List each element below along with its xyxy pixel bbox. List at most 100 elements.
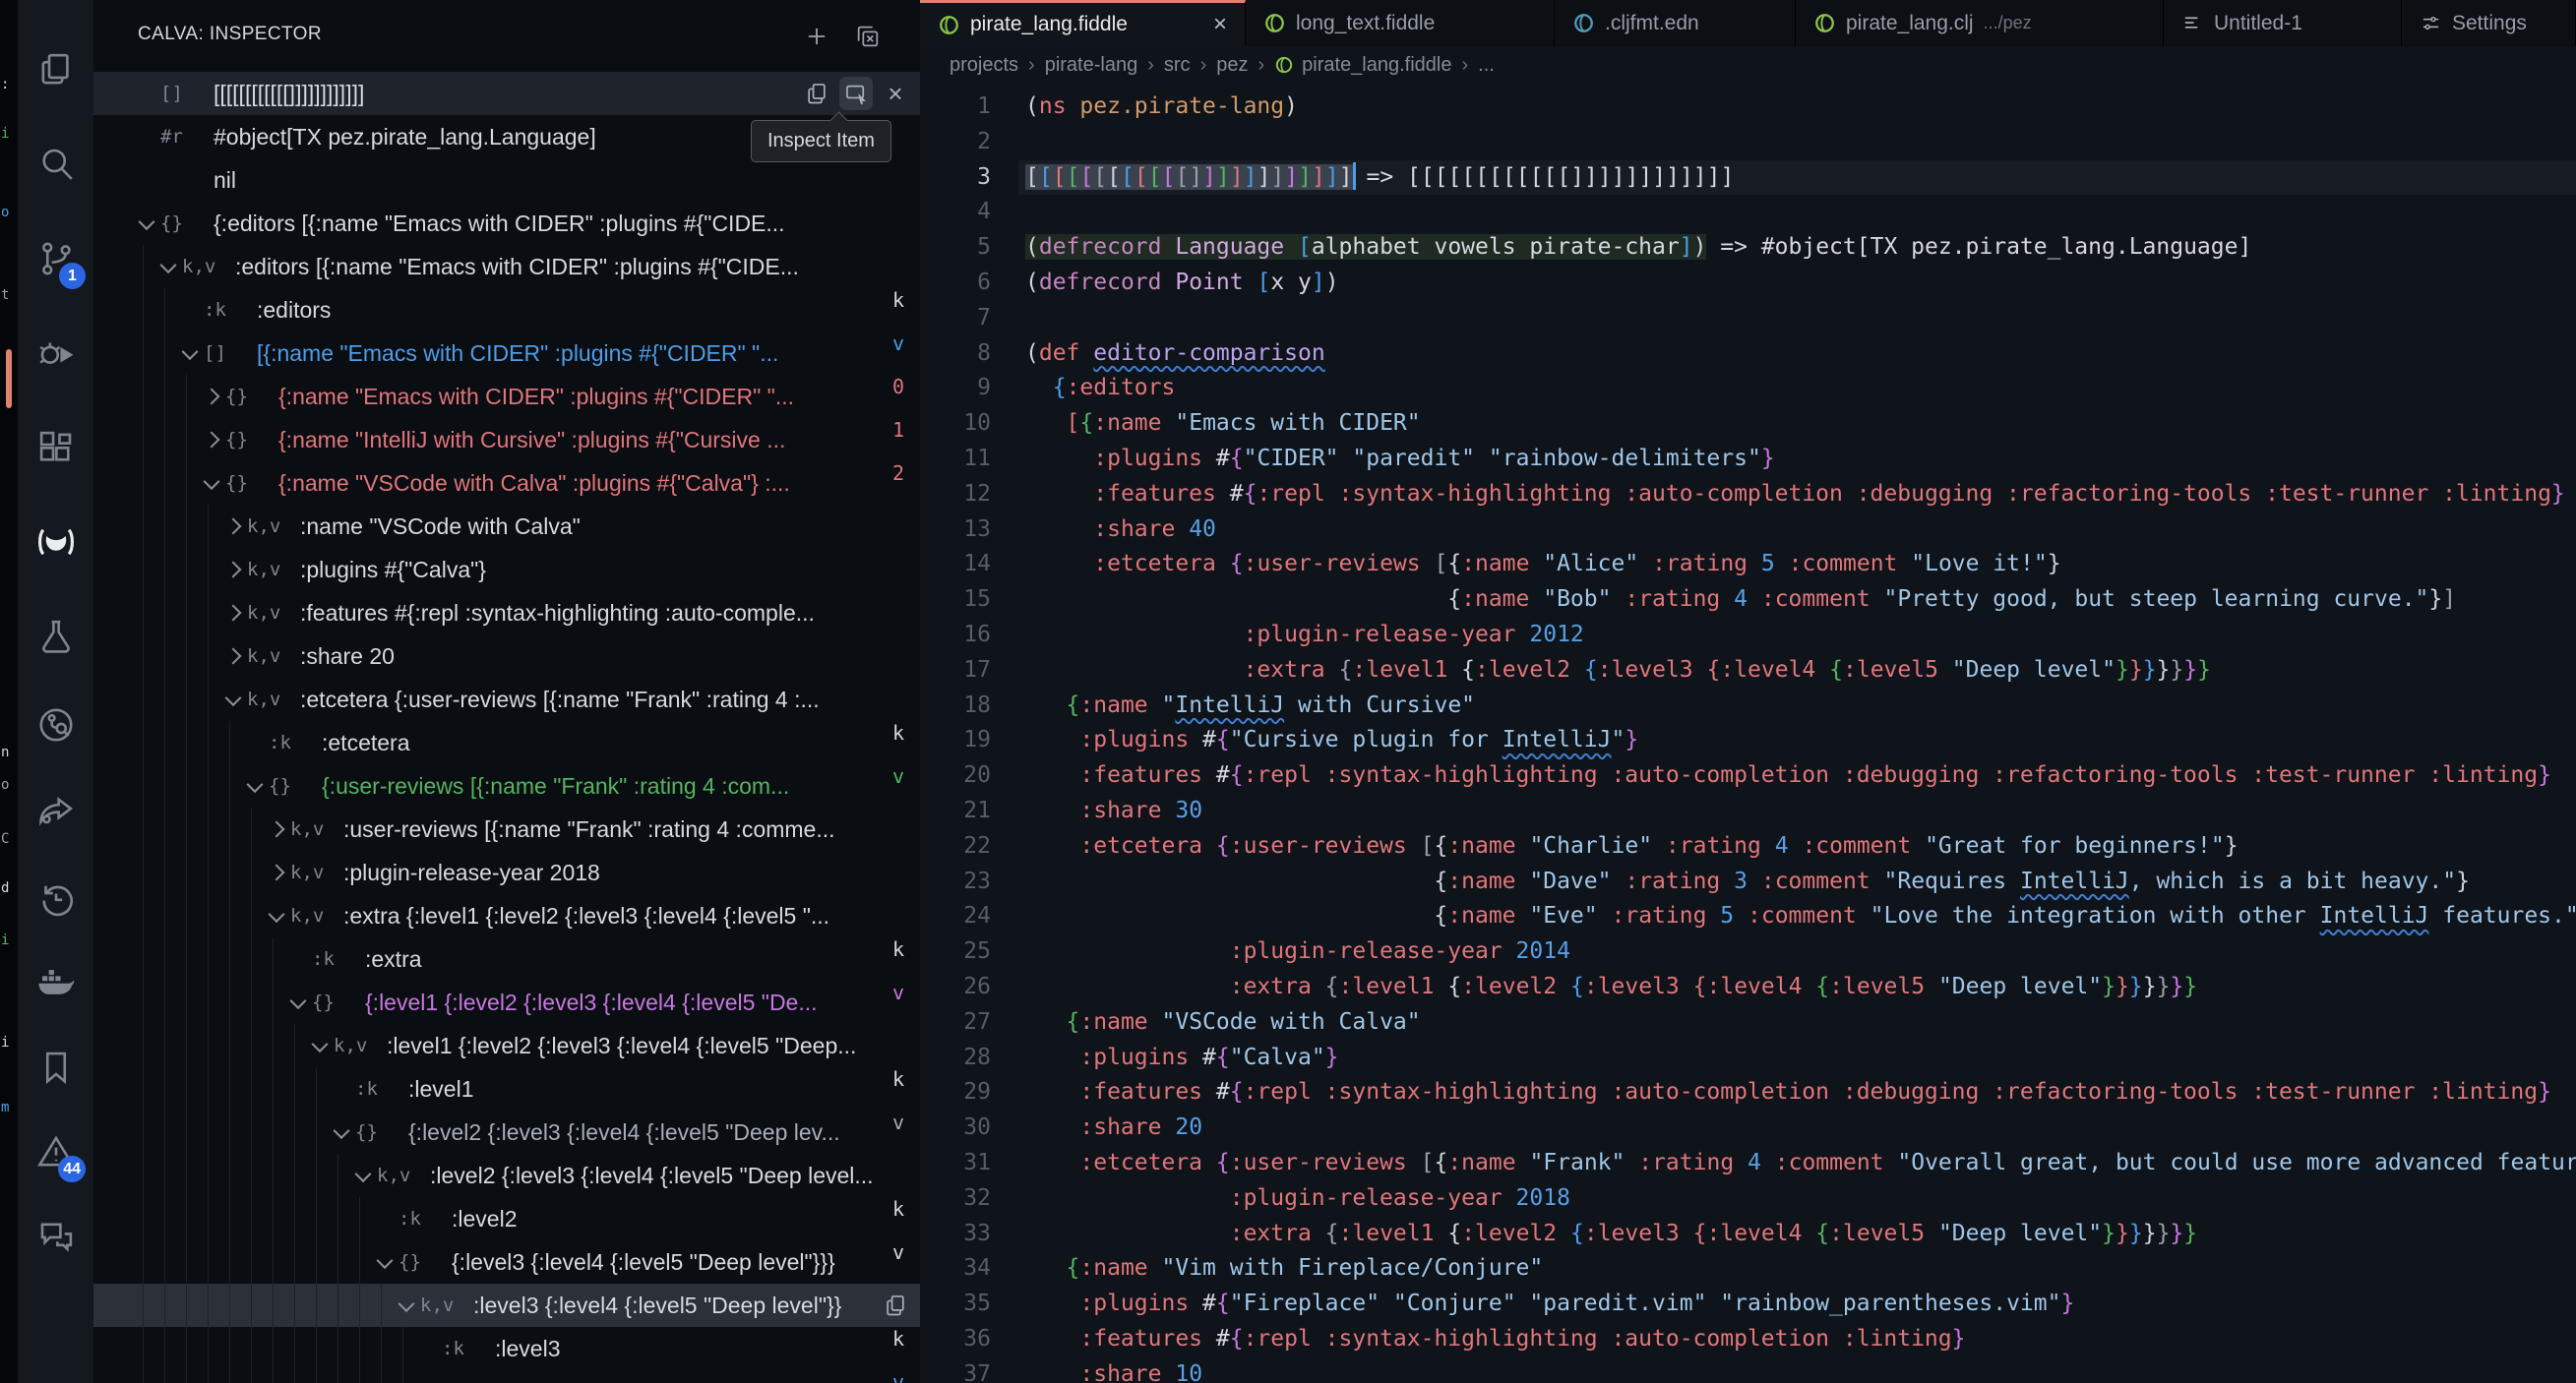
code-line[interactable]: 3[[[[[[[[[[[[]]]]]]]]]]]] => [[[[[[[[[[[… <box>920 159 2576 196</box>
chevron-right-icon[interactable] <box>224 604 242 622</box>
code-line[interactable]: 32 :plugin-release-year 2018 <box>920 1181 2576 1217</box>
tree-row[interactable]: k,v:etcetera {:user-reviews [{:name "Fra… <box>93 678 920 721</box>
repl-search-icon[interactable] <box>18 689 93 761</box>
tree-row[interactable]: {} {:level3 {:level4 {:level5 "Deep level… <box>93 1240 920 1284</box>
code-line[interactable]: 29 :features #{:repl :syntax-highlightin… <box>920 1075 2576 1111</box>
tree-row[interactable]: k,v:user-reviews [{:name "Frank" :rating… <box>93 808 920 851</box>
tree-row[interactable]: k,v:level2 {:level3 {:level4 {:level5 "D… <box>93 1154 920 1197</box>
tab-long_text.fiddle[interactable]: long_text.fiddle <box>1246 0 1555 46</box>
tree-row[interactable]: k,v:features #{:repl :syntax-highlightin… <box>93 591 920 634</box>
chevron-down-icon[interactable] <box>354 1166 372 1183</box>
code-line[interactable]: 12 :features #{:repl :syntax-highlightin… <box>920 477 2576 512</box>
calva-icon[interactable] <box>18 506 93 578</box>
code-line[interactable]: 9 {:editors <box>920 371 2576 406</box>
code-line[interactable]: 11 :plugins #{"CIDER" "paredit" "rainbow… <box>920 442 2576 477</box>
docker-icon[interactable] <box>18 946 93 1019</box>
inspect-icon[interactable] <box>839 77 873 110</box>
copy-icon[interactable] <box>800 77 833 110</box>
chevron-right-icon[interactable] <box>224 561 242 578</box>
chevron-down-icon[interactable] <box>159 257 177 274</box>
tree-row[interactable]: k,v:editors [{:name "Emacs with CIDER" :… <box>93 245 920 288</box>
test-flask-icon[interactable] <box>18 600 93 673</box>
tab-.cljfmt.edn[interactable]: .cljfmt.edn <box>1555 0 1796 46</box>
breadcrumb-item[interactable]: pez <box>1216 54 1248 77</box>
breadcrumb-item[interactable]: src <box>1164 54 1191 77</box>
chevron-down-icon[interactable] <box>268 906 285 924</box>
chevron-right-icon[interactable] <box>224 647 242 665</box>
code-line[interactable]: 4 <box>920 195 2576 230</box>
chevron-down-icon[interactable] <box>246 776 264 794</box>
code-line[interactable]: 8 (def editor-comparison <box>920 336 2576 372</box>
chevron-right-icon[interactable] <box>203 431 220 449</box>
chevron-right-icon[interactable] <box>224 517 242 535</box>
tree-row[interactable]: {} {:level2 {:level3 {:level4 {:level5 "D… <box>93 1111 920 1154</box>
breadcrumb-file[interactable]: pirate_lang.fiddle <box>1302 54 1451 77</box>
code-line[interactable]: 13 :share 40 <box>920 512 2576 548</box>
code-line[interactable]: 15 {:name "Bob" :rating 4 :comment "Pret… <box>920 582 2576 618</box>
code-line[interactable]: 28 :plugins #{"Calva"} <box>920 1041 2576 1076</box>
clear-all-button[interactable] <box>851 20 885 53</box>
tree-row[interactable]: :k:level2 k <box>93 1197 920 1240</box>
code-line[interactable]: 2 <box>920 125 2576 160</box>
tab-Untitled-1[interactable]: Untitled-1 <box>2164 0 2402 46</box>
chevron-right-icon[interactable] <box>268 820 285 838</box>
code-line[interactable]: 23 {:name "Dave" :rating 3 :comment "Req… <box>920 865 2576 900</box>
tree-row[interactable]: [] [[[[[[[[[[[[]]]]]]]]]]]] × <box>93 72 920 115</box>
extensions-icon[interactable] <box>18 411 93 484</box>
code-line[interactable]: 19 :plugins #{"Cursive plugin for Intell… <box>920 723 2576 758</box>
code-line[interactable]: 5 (defrecord Language [alphabet vowels pi… <box>920 230 2576 266</box>
copy-icon[interactable] <box>879 1289 912 1322</box>
tree-row[interactable]: nil <box>93 158 920 202</box>
code-line[interactable]: 10 [{:name "Emacs with CIDER" <box>920 406 2576 442</box>
code-line[interactable]: 18 {:name "IntelliJ with Cursive" <box>920 689 2576 724</box>
code-line[interactable]: 21 :share 30 <box>920 794 2576 829</box>
tree-row[interactable]: k,v:extra {:level1 {:level2 {:level3 {:l… <box>93 894 920 937</box>
code-line[interactable]: 24 {:name "Eve" :rating 5 :comment "Love… <box>920 899 2576 934</box>
history-icon[interactable] <box>18 862 93 934</box>
warning-icon[interactable]: 44 <box>18 1115 93 1188</box>
code-line[interactable]: 20 :features #{:repl :syntax-highlightin… <box>920 758 2576 794</box>
search-icon[interactable] <box>18 128 93 201</box>
tab-pirate_lang.clj[interactable]: pirate_lang.clj .../pez <box>1796 0 2164 46</box>
code-line[interactable]: 36 :features #{:repl :syntax-highlightin… <box>920 1322 2576 1357</box>
chevron-down-icon[interactable] <box>311 1036 329 1053</box>
chevron-down-icon[interactable] <box>376 1252 394 1270</box>
tree-row[interactable]: {} {:user-reviews [{:name "Frank" :rating… <box>93 764 920 808</box>
tree-row[interactable]: :k:etcetera k <box>93 721 920 764</box>
code-line[interactable]: 26 :extra {:level1 {:level2 {:level3 {:l… <box>920 970 2576 1005</box>
chevron-right-icon[interactable] <box>268 864 285 881</box>
add-item-button[interactable] <box>800 20 833 53</box>
tree-row[interactable]: [] [{:name "Emacs with CIDER" :plugins #{… <box>93 331 920 375</box>
tree-row[interactable]: :k:level1 k <box>93 1067 920 1111</box>
close-icon[interactable]: × <box>1199 11 1227 38</box>
chevron-down-icon[interactable] <box>333 1122 350 1140</box>
code-line[interactable]: 37 :share 10 <box>920 1357 2576 1383</box>
tree-row[interactable]: {}{:level4 {:level5 "Deep level"}}v <box>93 1370 920 1383</box>
code-line[interactable]: 22 :etcetera {:user-reviews [{:name "Cha… <box>920 829 2576 865</box>
breadcrumb-item[interactable]: projects <box>950 54 1018 77</box>
comments-icon[interactable] <box>18 1200 93 1273</box>
tab-Settings[interactable]: Settings <box>2402 0 2576 46</box>
chevron-down-icon[interactable] <box>398 1295 415 1313</box>
chevron-down-icon[interactable] <box>181 343 199 361</box>
code-line[interactable]: 34 {:name "Vim with Fireplace/Conjure" <box>920 1251 2576 1287</box>
code-editor[interactable]: 1 (ns pez.pirate-lang) 2 3[[[[[[[[[[[[]]]]]… <box>920 84 2576 1383</box>
chevron-right-icon[interactable] <box>203 388 220 405</box>
code-line[interactable]: 7 <box>920 301 2576 336</box>
breadcrumb-tail[interactable]: ... <box>1478 54 1495 77</box>
chevron-down-icon[interactable] <box>289 992 307 1010</box>
close-icon[interactable]: × <box>879 77 912 110</box>
chevron-down-icon[interactable] <box>138 213 155 231</box>
code-line[interactable]: 1 (ns pez.pirate-lang) <box>920 90 2576 125</box>
debug-icon[interactable] <box>18 317 93 390</box>
tree-row[interactable]: :k:editors k <box>93 288 920 331</box>
tree-row[interactable]: k,v:level3 {:level4 {:level5 "Deep level… <box>93 1284 920 1327</box>
code-line[interactable]: 25 :plugin-release-year 2014 <box>920 934 2576 970</box>
tree-row[interactable]: {} {:editors [{:name "Emacs with CIDER" :… <box>93 202 920 245</box>
tree-row[interactable]: :k:extra k <box>93 937 920 981</box>
chevron-down-icon[interactable] <box>203 473 220 491</box>
code-line[interactable]: 31 :etcetera {:user-reviews [{:name "Fra… <box>920 1146 2576 1181</box>
code-line[interactable]: 14 :etcetera {:user-reviews [{:name "Ali… <box>920 547 2576 582</box>
code-line[interactable]: 6 (defrecord Point [x y]) <box>920 266 2576 301</box>
code-line[interactable]: 33 :extra {:level1 {:level2 {:level3 {:l… <box>920 1217 2576 1252</box>
